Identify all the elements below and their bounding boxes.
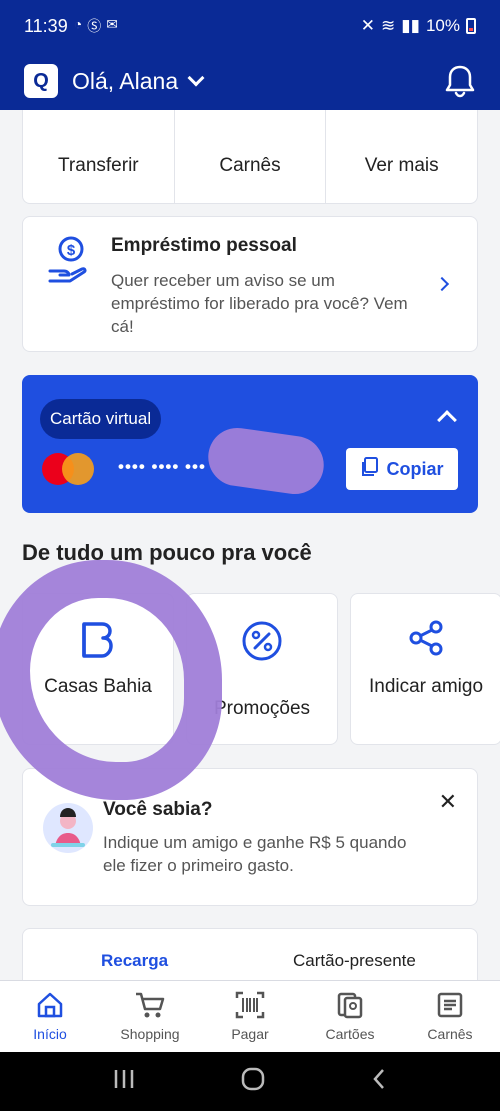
nav-shopping[interactable]: Shopping xyxy=(100,981,200,1052)
booklet-icon xyxy=(436,991,464,1022)
bottom-nav: Início Shopping Pagar Cartões Carnês xyxy=(0,980,500,1052)
copy-button[interactable]: Copiar xyxy=(346,448,458,490)
nav-pagar[interactable]: Pagar xyxy=(200,981,300,1052)
quick-action-more[interactable]: Ver mais xyxy=(326,110,477,203)
tile-label: Indicar amigo xyxy=(368,676,484,697)
tip-title: Você sabia? xyxy=(103,799,213,820)
battery-level: 10% xyxy=(425,16,460,35)
dollar-icon: Ⓢ xyxy=(87,18,102,34)
battery-icon xyxy=(466,18,476,34)
mail-icon: ✉ xyxy=(106,16,118,32)
share-icon xyxy=(408,620,444,661)
nav-label: Pagar xyxy=(231,1026,269,1042)
cards-icon xyxy=(336,991,364,1022)
nav-cartoes[interactable]: Cartões xyxy=(300,981,400,1052)
system-nav-bar xyxy=(0,1052,500,1111)
status-right: ✕ ≋ ▮▮ 10% xyxy=(361,16,476,36)
nav-label: Carnês xyxy=(427,1026,473,1042)
loan-body: Quer receber um aviso se um empréstimo f… xyxy=(111,271,408,336)
tile-indicar-amigo[interactable]: Indicar amigo xyxy=(350,593,500,745)
nav-label: Início xyxy=(33,1026,67,1042)
nav-carnes[interactable]: Carnês xyxy=(400,981,500,1052)
loan-title: Empréstimo pessoal xyxy=(111,235,297,256)
quick-action-label: Carnês xyxy=(219,155,281,176)
percent-icon xyxy=(241,620,283,667)
back-icon[interactable] xyxy=(370,1067,388,1096)
status-bar: 11:39 ◔ Ⓢ ✉ ✕ ≋ ▮▮ 10% xyxy=(0,0,500,52)
mute-icon: ✕ xyxy=(360,16,375,35)
chevron-right-icon[interactable] xyxy=(434,276,450,292)
nav-label: Cartões xyxy=(325,1026,375,1042)
bell-icon[interactable] xyxy=(444,64,476,98)
recent-apps-icon[interactable] xyxy=(112,1068,136,1095)
home-content[interactable]: Transferir Carnês Ver mais $ Empréstimo … xyxy=(0,110,500,980)
tip-body: Indique um amigo e ganhe R$ 5 quando ele… xyxy=(103,833,407,875)
tab-recarga[interactable]: Recarga xyxy=(101,951,168,971)
account-greeting[interactable]: Olá, Alana xyxy=(72,68,178,95)
recharge-card: Recarga Cartão-presente xyxy=(22,928,478,980)
chevron-down-icon[interactable] xyxy=(187,69,205,87)
quick-action-label: Transferir xyxy=(58,155,139,176)
loan-card[interactable]: $ Empréstimo pessoal Quer receber um avi… xyxy=(22,216,478,352)
app-header: Q Olá, Alana xyxy=(0,52,500,110)
annotation-circle xyxy=(0,560,222,800)
quick-action-label: Ver mais xyxy=(364,155,439,176)
home-button-icon[interactable] xyxy=(240,1066,266,1097)
quick-actions: Transferir Carnês Ver mais xyxy=(22,110,478,204)
copy-label: Copiar xyxy=(386,458,444,479)
wifi-icon: ≋ xyxy=(381,16,396,35)
cart-icon xyxy=(134,991,166,1022)
quick-action-transfer[interactable]: Transferir xyxy=(23,110,175,203)
whatsapp-icon: ◔ xyxy=(73,16,83,32)
nav-label: Shopping xyxy=(120,1026,180,1042)
person-illustration-icon xyxy=(43,803,93,853)
svg-text:$: $ xyxy=(67,242,76,259)
virtual-card-label: Cartão virtual xyxy=(40,399,162,439)
status-time: 11:39 xyxy=(24,15,68,36)
mastercard-icon xyxy=(42,453,94,485)
card-number: •••• •••• ••• xyxy=(118,457,206,476)
tab-cartao-presente[interactable]: Cartão-presente xyxy=(293,951,416,971)
notification-icons: ◔ Ⓢ ✉ xyxy=(74,16,118,36)
barcode-icon xyxy=(235,991,265,1022)
money-hand-icon: $ xyxy=(47,235,89,292)
copy-icon xyxy=(360,456,379,482)
nav-inicio[interactable]: Início xyxy=(0,981,100,1052)
section-title: De tudo um pouco pra você xyxy=(22,540,312,565)
app-logo: Q xyxy=(24,64,58,98)
home-icon xyxy=(36,991,64,1022)
quick-action-carnes[interactable]: Carnês xyxy=(175,110,327,203)
chevron-up-icon[interactable] xyxy=(437,410,457,430)
close-icon[interactable]: ✕ xyxy=(439,789,457,815)
signal-icon: ▮▮ xyxy=(401,16,420,35)
